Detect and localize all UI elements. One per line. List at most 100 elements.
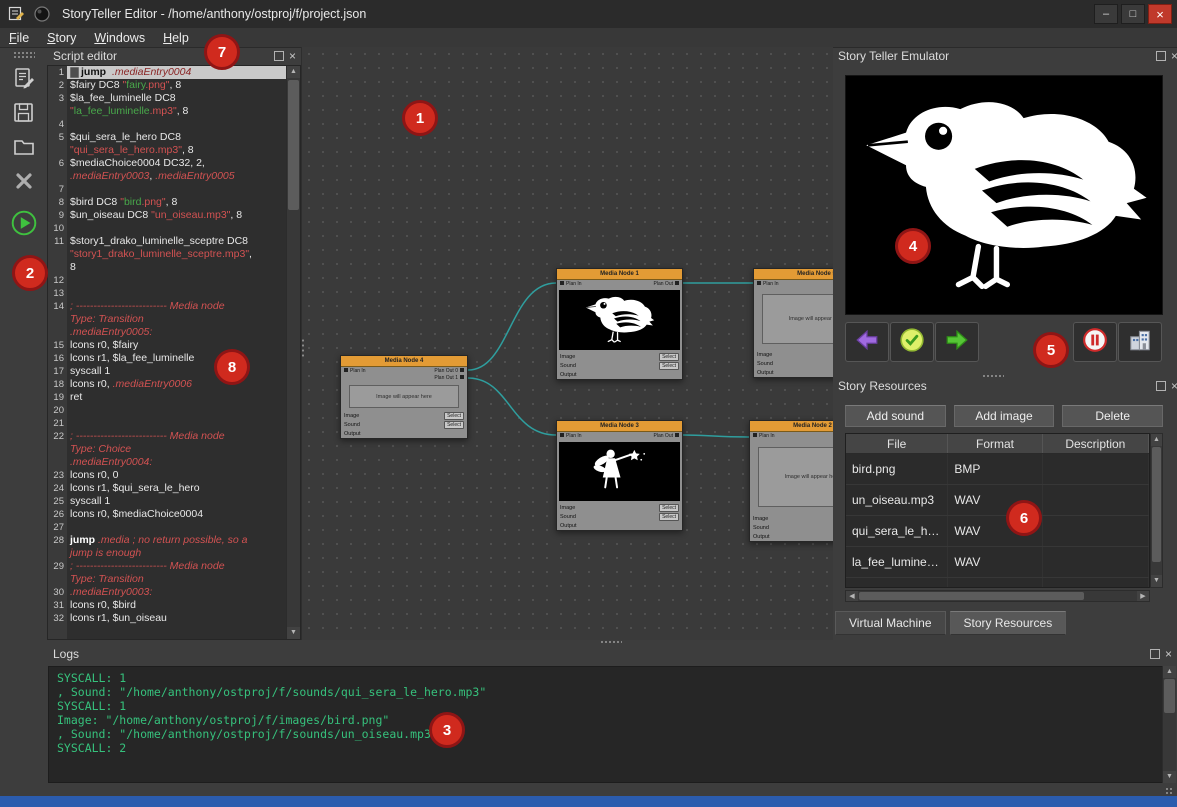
editor-scrollbar[interactable]: ▲ ▼ (286, 66, 300, 639)
select-button[interactable]: Select (444, 421, 464, 429)
code-line[interactable]: Type: Choice (48, 443, 287, 456)
close-button[interactable]: × (1148, 4, 1172, 24)
menu-item-file[interactable]: File (0, 30, 38, 46)
table-row[interactable]: qui_sera_le_h…WAV (846, 516, 1149, 547)
node-title[interactable]: Media Node 4 (341, 356, 467, 367)
code-line[interactable]: 28jump .media ; no return possible, so a (48, 534, 287, 547)
logs-scrollbar[interactable]: ▲ ▼ (1162, 666, 1176, 783)
close-panel-icon[interactable]: × (1165, 650, 1172, 658)
code-line[interactable]: 21 (48, 417, 287, 430)
tab-story-resources[interactable]: Story Resources (950, 611, 1067, 635)
log-output[interactable]: SYSCALL: 1, Sound: "/home/anthony/ostpro… (48, 666, 1176, 783)
code-line[interactable]: jump is enough (48, 547, 287, 560)
code-line[interactable]: 6$mediaChoice0004 DC32, 2, (48, 157, 287, 170)
next-button[interactable] (935, 322, 979, 362)
resize-grip[interactable] (1165, 787, 1173, 795)
float-panel-icon[interactable] (274, 51, 284, 61)
media-node[interactable]: Media Node 5Plan InImage will appear her… (753, 268, 833, 378)
menu-item-windows[interactable]: Windows (85, 30, 154, 46)
node-title[interactable]: Media Node 3 (557, 421, 682, 432)
save-button[interactable] (9, 100, 39, 130)
table-row[interactable]: bird.pngBMP (846, 454, 1149, 485)
code-line[interactable]: 12 (48, 274, 287, 287)
add-image-button[interactable]: Add image (954, 405, 1055, 427)
open-project-button[interactable] (9, 134, 39, 164)
pause-button[interactable] (1073, 322, 1117, 362)
code-line[interactable]: "qui_sera_le_hero.mp3", 8 (48, 144, 287, 157)
media-node[interactable]: Media Node 2Plan InImage will appear her… (749, 420, 833, 542)
select-button[interactable]: Select (659, 513, 679, 521)
code-line[interactable]: Type: Transition (48, 573, 287, 586)
column-header-format[interactable]: Format (948, 434, 1042, 453)
scrollbar-thumb[interactable] (1152, 447, 1161, 562)
table-row[interactable]: un_oiseau.mp3WAV (846, 485, 1149, 516)
code-line[interactable]: 2$fairy DC8 "fairy.png", 8 (48, 79, 287, 92)
float-panel-icon[interactable] (1156, 51, 1166, 61)
media-node[interactable]: Media Node 4Plan InPlan Out 0Plan Out 1I… (340, 355, 468, 439)
select-button[interactable]: Select (659, 362, 679, 370)
splitter-handle[interactable] (600, 640, 622, 644)
scroll-up-icon[interactable]: ▲ (287, 66, 300, 78)
code-area[interactable]: 1jump .mediaEntry00042$fairy DC8 "fairy.… (48, 66, 287, 639)
node-connection[interactable] (683, 435, 749, 437)
code-line[interactable]: .mediaEntry0004: (48, 456, 287, 469)
new-script-button[interactable] (9, 66, 39, 96)
scroll-down-icon[interactable]: ▼ (287, 627, 300, 639)
code-line[interactable]: 31lcons r0, $bird (48, 599, 287, 612)
code-line[interactable]: 27 (48, 521, 287, 534)
code-line[interactable]: 13 (48, 287, 287, 300)
menu-item-help[interactable]: Help (154, 30, 198, 46)
scrollbar-thumb[interactable] (288, 80, 299, 210)
code-editor[interactable]: 1jump .mediaEntry00042$fairy DC8 "fairy.… (47, 65, 301, 640)
code-line[interactable]: 26lcons r0, $mediaChoice0004 (48, 508, 287, 521)
menu-item-story[interactable]: Story (38, 30, 85, 46)
code-line[interactable]: 24lcons r1, $qui_sera_le_hero (48, 482, 287, 495)
code-line[interactable]: 1jump .mediaEntry0004 (48, 66, 287, 79)
media-node[interactable]: Media Node 3Plan InPlan OutImageSelectSo… (556, 420, 683, 531)
scroll-up-icon[interactable]: ▲ (1163, 666, 1176, 678)
code-line[interactable]: 25syscall 1 (48, 495, 287, 508)
code-line[interactable]: 9$un_oiseau DC8 "un_oiseau.mp3", 8 (48, 209, 287, 222)
code-line[interactable]: .mediaEntry0003, .mediaEntry0005 (48, 170, 287, 183)
code-line[interactable]: "la_fee_luminelle.mp3", 8 (48, 105, 287, 118)
splitter-handle[interactable] (301, 338, 305, 358)
code-line[interactable]: 15lcons r0, $fairy (48, 339, 287, 352)
home-button[interactable] (1118, 322, 1162, 362)
delete-button[interactable]: Delete (1062, 405, 1163, 427)
node-graph-canvas[interactable]: Media Node 4Plan InPlan Out 0Plan Out 1I… (301, 47, 833, 640)
node-title[interactable]: Media Node 2 (750, 421, 833, 432)
close-panel-icon[interactable]: × (289, 52, 296, 60)
table-horizontal-scrollbar[interactable]: ◀ ▶ (845, 590, 1150, 602)
run-story-button[interactable] (9, 210, 39, 240)
select-button[interactable]: Select (444, 412, 464, 420)
node-title[interactable]: Media Node 5 (754, 269, 833, 280)
float-panel-icon[interactable] (1156, 381, 1166, 391)
column-header-file[interactable]: File (846, 434, 948, 453)
maximize-button[interactable]: □ (1121, 4, 1145, 24)
code-line[interactable]: 22; -------------------------- Media nod… (48, 430, 287, 443)
code-line[interactable]: 32lcons r1, $un_oiseau (48, 612, 287, 625)
table-vertical-scrollbar[interactable]: ▲ ▼ (1150, 433, 1163, 588)
table-row[interactable]: fairy.pngBMP (846, 578, 1149, 588)
code-line[interactable]: 30.mediaEntry0003: (48, 586, 287, 599)
scroll-right-icon[interactable]: ▶ (1137, 591, 1149, 601)
code-line[interactable]: 20 (48, 404, 287, 417)
code-line[interactable]: 4 (48, 118, 287, 131)
tab-virtual-machine[interactable]: Virtual Machine (835, 611, 946, 635)
float-panel-icon[interactable] (1150, 649, 1160, 659)
scroll-up-icon[interactable]: ▲ (1151, 434, 1162, 446)
validate-button[interactable] (890, 322, 934, 362)
code-line[interactable]: 16lcons r1, $la_fee_luminelle (48, 352, 287, 365)
close-project-button[interactable] (9, 168, 39, 198)
code-line[interactable]: 10 (48, 222, 287, 235)
node-connection[interactable] (468, 378, 556, 435)
code-line[interactable]: 5$qui_sera_le_hero DC8 (48, 131, 287, 144)
code-line[interactable]: 7 (48, 183, 287, 196)
scrollbar-thumb[interactable] (859, 592, 1084, 600)
column-header-description[interactable]: Description (1043, 434, 1149, 453)
previous-button[interactable] (845, 322, 889, 362)
code-line[interactable]: 19ret (48, 391, 287, 404)
code-line[interactable]: "story1_drako_luminelle_sceptre.mp3", (48, 248, 287, 261)
add-sound-button[interactable]: Add sound (845, 405, 946, 427)
code-line[interactable]: 3$la_fee_luminelle DC8 (48, 92, 287, 105)
